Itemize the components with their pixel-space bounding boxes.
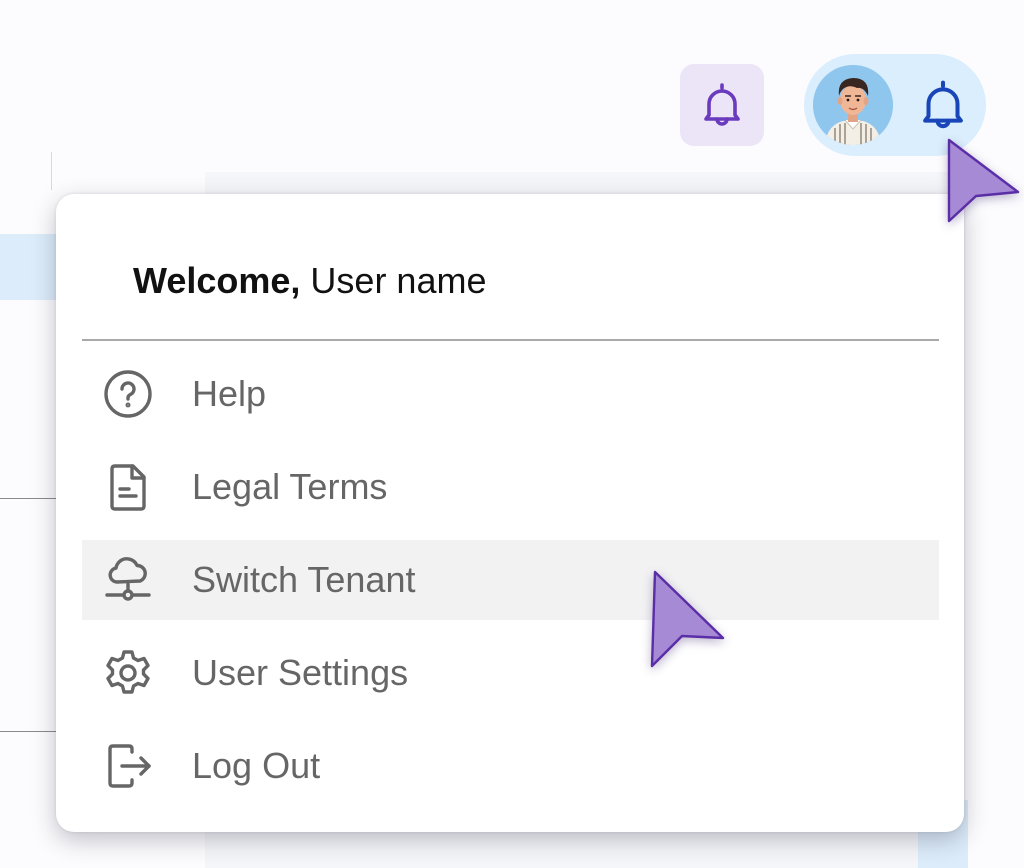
account-menu-toggle[interactable] (804, 54, 986, 156)
menu-item-label: Switch Tenant (192, 559, 416, 600)
menu-item-label: User Settings (192, 652, 409, 693)
account-dropdown-menu: Welcome, User name Help Legal Terms Swit… (56, 194, 964, 832)
notifications-button[interactable] (680, 64, 764, 146)
background-rule (0, 731, 60, 732)
bell-icon (704, 83, 740, 126)
background-rule (0, 498, 60, 499)
document-icon (110, 464, 146, 511)
avatar[interactable] (813, 65, 893, 145)
menu-item-user-settings[interactable]: User Settings (82, 633, 939, 713)
logout-icon (108, 744, 151, 788)
menu-item-legal-terms[interactable]: Legal Terms (82, 447, 939, 527)
menu-item-help[interactable]: Help (82, 354, 939, 434)
background-divider (51, 152, 52, 190)
menu-item-log-out[interactable]: Log Out (82, 726, 939, 806)
cloud-network-icon (105, 557, 151, 601)
menu-item-label: Legal Terms (192, 466, 388, 507)
welcome-message: Welcome, User name (133, 260, 486, 302)
welcome-greeting: Welcome, (133, 260, 301, 301)
menu-divider (82, 339, 939, 341)
bell-icon (923, 80, 963, 129)
menu-item-label: Log Out (192, 745, 321, 786)
help-circle-icon (104, 370, 152, 418)
menu-item-switch-tenant[interactable]: Switch Tenant (82, 540, 939, 620)
gear-icon (106, 650, 150, 694)
user-avatar-illustration (813, 65, 893, 145)
menu-item-label: Help (192, 373, 267, 414)
welcome-user-name: User name (310, 260, 487, 301)
